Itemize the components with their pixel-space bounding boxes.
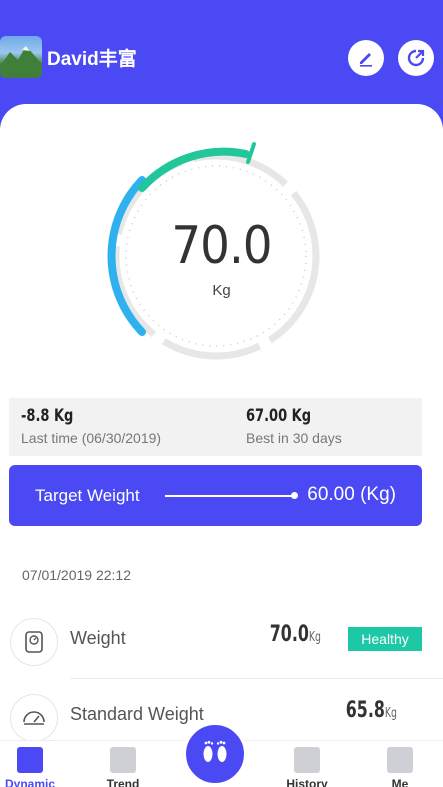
stats-panel: -8.8 Kg Last time (06/30/2019) 67.00 Kg … [9, 398, 422, 456]
row-name: Standard Weight [70, 704, 204, 724]
last-change-label: Last time (06/30/2019) [21, 430, 162, 446]
home-icon [17, 747, 43, 773]
divider [70, 678, 443, 679]
avatar[interactable] [0, 36, 42, 78]
tab-label: Trend [106, 777, 140, 787]
app-header: David丰富 [0, 0, 443, 112]
pencil-icon [360, 53, 372, 67]
tab-label: History [286, 777, 328, 787]
tab-history[interactable]: History [272, 747, 342, 787]
list-item-weight[interactable]: Weight 70.0Kg Healthy [0, 612, 443, 672]
person-icon [387, 747, 413, 773]
speedometer-icon [10, 694, 58, 742]
current-weight: 70.0 [171, 216, 272, 276]
row-name: Weight [70, 628, 126, 648]
tab-label: Dynamic [4, 777, 56, 787]
target-weight-label: Target Weight [35, 486, 140, 505]
target-dot [291, 492, 298, 499]
tab-trend[interactable]: Trend [88, 747, 158, 787]
last-change-value: -8.8 Kg [21, 406, 74, 426]
tab-me[interactable]: Me [365, 747, 435, 787]
status-badge: Healthy [348, 627, 422, 651]
username: David丰富 [47, 49, 137, 70]
measure-button[interactable] [183, 722, 247, 786]
best-value: 67.00 Kg [246, 406, 312, 426]
share-button[interactable] [398, 40, 434, 76]
row-value: 65.8Kg [345, 698, 397, 723]
best-30-days: 67.00 Kg Best in 30 days [246, 406, 342, 446]
scale-icon [10, 618, 58, 666]
footprints-icon [203, 740, 227, 762]
target-weight-bar[interactable]: Target Weight 60.00 (Kg) [9, 465, 422, 526]
target-weight-value: 60.00 (Kg) [307, 484, 396, 505]
tab-dynamic[interactable]: Dynamic [0, 747, 65, 787]
best-label: Best in 30 days [246, 430, 342, 446]
document-icon [294, 747, 320, 773]
edit-button[interactable] [348, 40, 384, 76]
current-weight-unit: Kg [212, 282, 231, 299]
measurement-datetime: 07/01/2019 22:12 [22, 567, 131, 583]
last-change: -8.8 Kg Last time (06/30/2019) [21, 406, 161, 446]
bar-chart-icon [110, 747, 136, 773]
share-icon [407, 49, 425, 67]
tab-label: Me [391, 777, 409, 787]
target-line [165, 495, 293, 497]
row-value: 70.0Kg [269, 622, 321, 647]
